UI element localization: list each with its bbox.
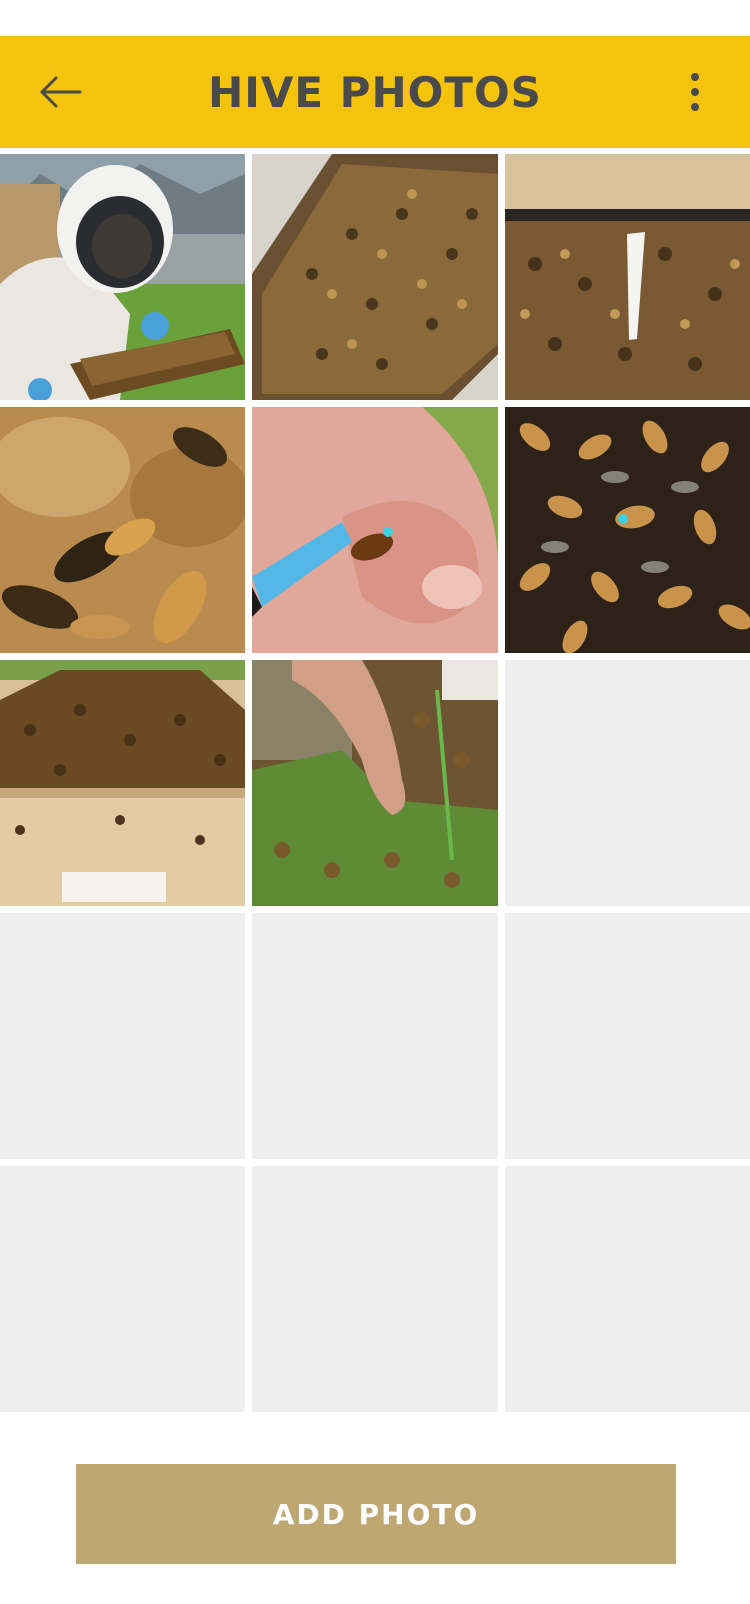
empty-photo-slot[interactable] <box>505 913 750 1159</box>
photo-thumbnail[interactable] <box>0 407 245 653</box>
empty-photo-slot[interactable] <box>252 1166 498 1412</box>
photo-thumbnail[interactable] <box>0 660 245 906</box>
add-photo-button[interactable]: ADD PHOTO <box>76 1464 676 1564</box>
more-vertical-icon <box>691 73 699 111</box>
empty-photo-slot[interactable] <box>252 913 498 1159</box>
photo-thumbnail[interactable] <box>252 154 498 400</box>
empty-photo-slot[interactable] <box>0 1166 245 1412</box>
empty-photo-slot[interactable] <box>505 1166 750 1412</box>
empty-photo-slot[interactable] <box>0 913 245 1159</box>
app-header: HIVE PHOTOS <box>0 36 750 148</box>
empty-photo-slot[interactable] <box>505 660 750 906</box>
photo-thumbnail[interactable] <box>0 154 245 400</box>
photo-thumbnail[interactable] <box>252 407 498 653</box>
photo-grid <box>0 154 750 1412</box>
page-title: HIVE PHOTOS <box>208 67 542 117</box>
more-options-button[interactable] <box>680 70 710 114</box>
photo-thumbnail[interactable] <box>505 154 750 400</box>
photo-thumbnail[interactable] <box>252 660 498 906</box>
photo-thumbnail[interactable] <box>505 407 750 653</box>
